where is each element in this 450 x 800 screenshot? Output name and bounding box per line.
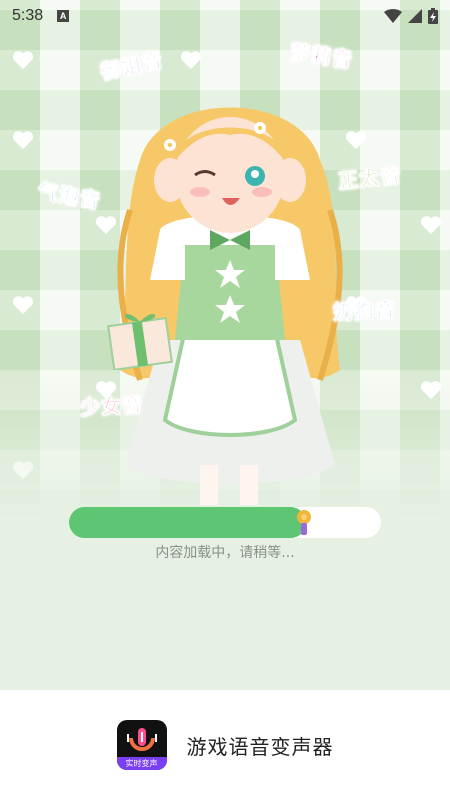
battery-charging-icon: [428, 8, 438, 24]
heart-icon: [12, 296, 34, 315]
voice-label-naigou: 奶狗音: [332, 297, 397, 325]
voice-label-shaonv: 少女音: [79, 392, 144, 420]
app-icon: 实时变声: [116, 720, 167, 770]
voice-wave-icon: [126, 728, 157, 751]
loading-status-text: 内容加载中，请稍等...: [155, 545, 295, 561]
voice-label-luoli: 萝莉音: [288, 39, 355, 73]
status-time: 5:38: [12, 7, 44, 24]
app-icon-tag: 实时变声: [116, 757, 167, 770]
notification-a-icon: A: [57, 10, 70, 22]
gift-box-icon: [107, 313, 173, 370]
status-bar: 5:38 A: [0, 0, 450, 32]
heart-icon: [180, 51, 202, 70]
character-illustration: [117, 107, 343, 505]
loading-progress-fill: [69, 507, 306, 538]
app-name: 游戏语音变声器: [186, 734, 334, 759]
signal-icon: [408, 9, 422, 23]
footer-branding: 实时变声 游戏语音变声器: [0, 690, 450, 800]
status-icons: [384, 8, 438, 24]
heart-icon: [420, 216, 442, 235]
heart-icon: [420, 381, 442, 400]
voice-label-zhengtai: 正太音: [337, 162, 403, 194]
microphone-icon: [297, 510, 311, 535]
voice-label-qipao: 气泡音: [36, 178, 103, 214]
wifi-icon: [384, 9, 402, 23]
loading-progress-bar: [69, 507, 381, 538]
heart-icon: [12, 51, 34, 70]
heart-icon: [12, 131, 34, 150]
splash-background: 御姐音 萝莉音 正太音 气泡音 奶狗音 少女音 内容加载中，请稍等...: [0, 0, 450, 690]
heart-icon: [12, 461, 34, 480]
